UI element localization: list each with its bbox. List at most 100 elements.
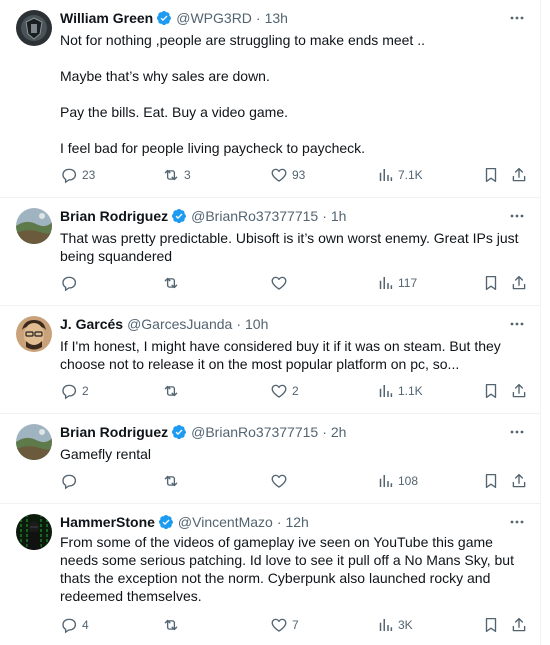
author-name[interactable]: Brian Rodriguez <box>60 424 168 440</box>
repost-icon <box>164 475 178 487</box>
tweet-header: Brian Rodriguez @BrianRo37377715 · 1h <box>60 206 501 226</box>
more-options-icon[interactable] <box>507 206 527 226</box>
share-button[interactable] <box>510 165 528 185</box>
separator-dot: · <box>322 424 327 440</box>
views-button[interactable]: 117 <box>376 273 417 293</box>
avatar-dark-shield-icon[interactable] <box>16 10 52 46</box>
heart-icon <box>271 384 287 398</box>
tweet[interactable]: Brian Rodriguez @BrianRo37377715 · 2h Ga… <box>0 414 541 504</box>
timestamp[interactable]: 12h <box>285 514 308 530</box>
tweet-text: If I'm honest, I might have considered b… <box>60 337 523 373</box>
author-name[interactable]: William Green <box>60 10 153 26</box>
share-button[interactable] <box>510 381 528 401</box>
tweet-text: Gamefly rental <box>60 445 523 463</box>
reply-button[interactable]: 23 <box>60 165 95 185</box>
timestamp[interactable]: 13h <box>265 10 288 26</box>
share-button[interactable] <box>510 615 528 635</box>
tweet-actions: 117 <box>60 273 530 293</box>
tweet[interactable]: HammerStone @VincentMazo · 12h From some… <box>0 504 541 645</box>
timestamp[interactable]: 10h <box>245 316 268 332</box>
tweet-text: From some of the videos of gameplay ive … <box>60 533 523 605</box>
more-options-icon[interactable] <box>507 8 527 28</box>
avatar-landscape-icon[interactable] <box>16 424 52 460</box>
separator-dot: · <box>276 514 282 530</box>
views-count: 1.1K <box>398 384 423 398</box>
avatar-matrix-icon[interactable] <box>16 514 52 550</box>
timestamp[interactable]: 2h <box>331 424 347 440</box>
tweet-paragraph: That was pretty predictable. Ubisoft is … <box>60 230 519 264</box>
timestamp[interactable]: 1h <box>331 208 347 224</box>
like-button[interactable]: 2 <box>270 381 299 401</box>
views-chart-icon <box>379 277 393 289</box>
verified-badge-icon <box>171 424 187 440</box>
like-button[interactable]: 93 <box>270 165 305 185</box>
like-button[interactable] <box>270 273 292 293</box>
reply-button[interactable] <box>60 471 82 491</box>
views-chart-icon <box>379 385 393 397</box>
author-handle[interactable]: @BrianRo37377715 <box>191 208 318 224</box>
views-count: 7.1K <box>398 168 423 182</box>
more-options-icon[interactable] <box>507 512 527 532</box>
bookmark-button[interactable] <box>482 615 500 635</box>
tweet-actions: 23 3 93 7.1K <box>60 165 530 185</box>
verified-badge-icon <box>171 208 187 224</box>
author-name[interactable]: HammerStone <box>60 514 155 530</box>
repost-icon <box>164 277 178 289</box>
reply-icon <box>62 474 76 490</box>
author-handle[interactable]: @WPG3RD <box>176 10 252 26</box>
reply-count: 4 <box>82 618 89 632</box>
avatar-landscape-icon[interactable] <box>16 208 52 244</box>
reply-count: 23 <box>82 168 96 182</box>
tweet[interactable]: J. Garcés @GarcesJuanda · 10h If I'm hon… <box>0 306 541 414</box>
author-handle[interactable]: @BrianRo37377715 <box>191 424 318 440</box>
views-button[interactable]: 7.1K <box>376 165 423 185</box>
more-options-icon[interactable] <box>507 422 527 442</box>
bookmark-button[interactable] <box>482 273 500 293</box>
share-button[interactable] <box>510 471 528 491</box>
views-button[interactable]: 3K <box>376 615 413 635</box>
views-chart-icon <box>379 619 393 631</box>
share-icon <box>512 473 526 488</box>
views-button[interactable]: 1.1K <box>376 381 423 401</box>
share-button[interactable] <box>510 273 528 293</box>
repost-button[interactable] <box>162 381 184 401</box>
more-options-icon[interactable] <box>507 314 527 334</box>
author-handle[interactable]: @VincentMazo <box>178 514 273 530</box>
bookmark-icon <box>485 275 497 291</box>
repost-button[interactable] <box>162 273 184 293</box>
bookmark-icon <box>485 383 497 399</box>
bookmark-icon <box>485 473 497 489</box>
separator-dot: · <box>322 208 327 224</box>
tweet[interactable]: William Green @WPG3RD · 13h Not for noth… <box>0 0 541 198</box>
reply-feed: William Green @WPG3RD · 13h Not for noth… <box>0 0 541 645</box>
author-handle[interactable]: @GarcesJuanda <box>127 316 232 332</box>
reply-count: 2 <box>82 384 89 398</box>
author-name[interactable]: Brian Rodriguez <box>60 208 168 224</box>
repost-button[interactable]: 3 <box>162 165 191 185</box>
avatar-illustrated-face-icon[interactable] <box>16 316 52 352</box>
author-name[interactable]: J. Garcés <box>60 316 123 332</box>
repost-count: 3 <box>184 168 191 182</box>
tweet-paragraph: If I'm honest, I might have considered b… <box>60 338 501 372</box>
bookmark-icon <box>485 617 497 633</box>
bookmark-button[interactable] <box>482 381 500 401</box>
bookmark-button[interactable] <box>482 471 500 491</box>
like-count: 7 <box>292 618 299 632</box>
like-button[interactable] <box>270 471 292 491</box>
repost-button[interactable] <box>162 615 184 635</box>
share-icon <box>512 617 526 632</box>
tweet[interactable]: Brian Rodriguez @BrianRo37377715 · 1h Th… <box>0 198 541 306</box>
repost-icon <box>164 619 178 631</box>
reply-button[interactable]: 4 <box>60 615 89 635</box>
tweet-actions: 108 <box>60 471 530 491</box>
heart-icon <box>271 474 287 488</box>
views-count: 108 <box>398 474 419 488</box>
views-button[interactable]: 108 <box>376 471 418 491</box>
like-button[interactable]: 7 <box>270 615 299 635</box>
repost-button[interactable] <box>162 471 184 491</box>
reply-button[interactable]: 2 <box>60 381 89 401</box>
bookmark-button[interactable] <box>482 165 500 185</box>
reply-button[interactable] <box>60 273 82 293</box>
reply-icon <box>62 276 76 292</box>
reply-icon <box>62 168 76 184</box>
